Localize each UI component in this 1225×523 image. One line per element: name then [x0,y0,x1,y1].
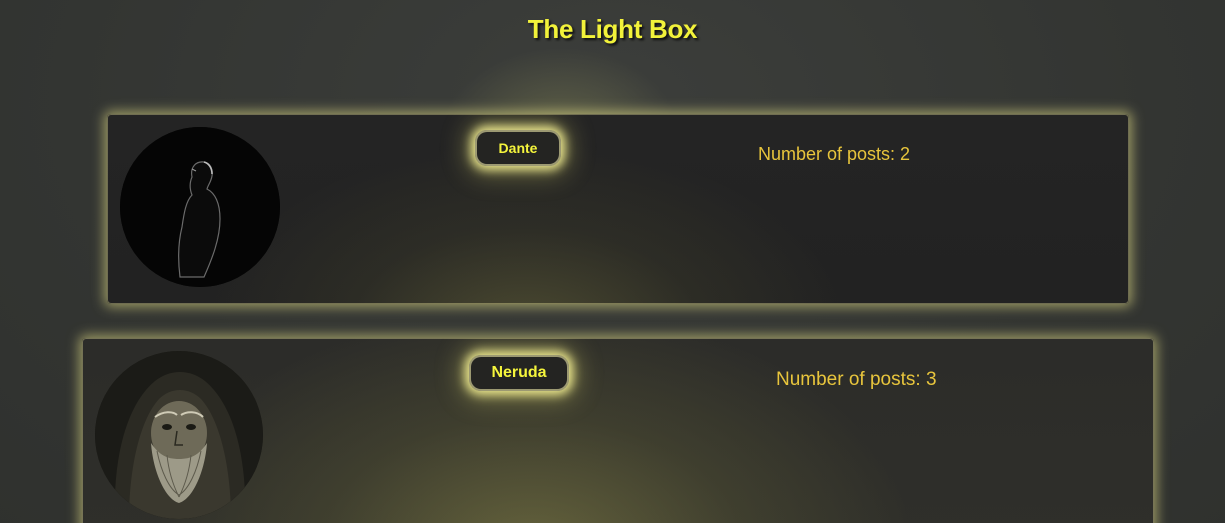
post-count-label: Number of posts: 3 [776,369,937,390]
username-button[interactable]: Neruda [469,355,569,391]
page-title: The Light Box [527,14,698,44]
user-card-neruda: Neruda Number of posts: 3 [82,338,1154,523]
user-card-dante: Dante Number of posts: 2 [107,114,1129,304]
avatar [95,351,263,519]
post-count-label: Number of posts: 2 [758,144,911,164]
bearded-man-portrait-icon [95,351,263,519]
username-button[interactable]: Dante [475,130,561,166]
silhouette-portrait-icon [120,127,280,287]
avatar [120,127,280,287]
